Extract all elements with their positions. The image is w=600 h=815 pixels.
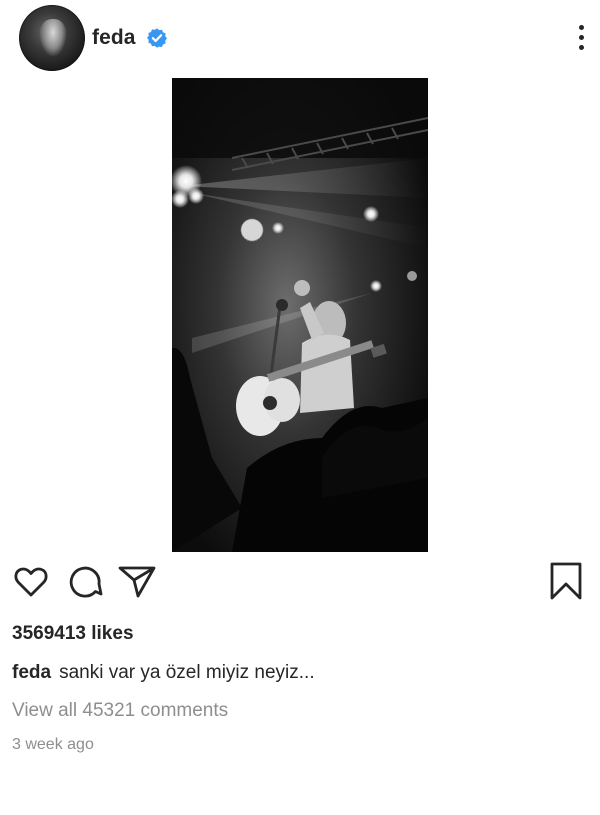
post-image-concert-photo[interactable] — [172, 78, 428, 552]
post-header: feda — [0, 0, 600, 78]
post-actions — [0, 560, 600, 610]
likes-count[interactable]: 3569413 likes — [12, 623, 134, 645]
profile-avatar[interactable] — [19, 5, 85, 71]
verified-badge-icon — [147, 28, 167, 48]
more-options-icon[interactable] — [572, 22, 592, 52]
view-comments-link[interactable]: View all 45321 comments — [12, 700, 228, 722]
send-icon[interactable] — [116, 560, 158, 602]
caption-text: sanki var ya özel miyiz neyiz... — [59, 662, 315, 683]
caption-username[interactable]: feda — [12, 662, 51, 683]
post-timestamp: 3 week ago — [12, 736, 94, 753]
post-username[interactable]: feda — [92, 26, 136, 50]
post-caption: feda sanki var ya özel miyiz neyiz... — [12, 662, 315, 684]
concert-photo — [172, 78, 428, 552]
comment-icon[interactable] — [64, 560, 106, 602]
bookmark-icon[interactable] — [545, 560, 587, 602]
heart-icon[interactable] — [10, 560, 52, 602]
